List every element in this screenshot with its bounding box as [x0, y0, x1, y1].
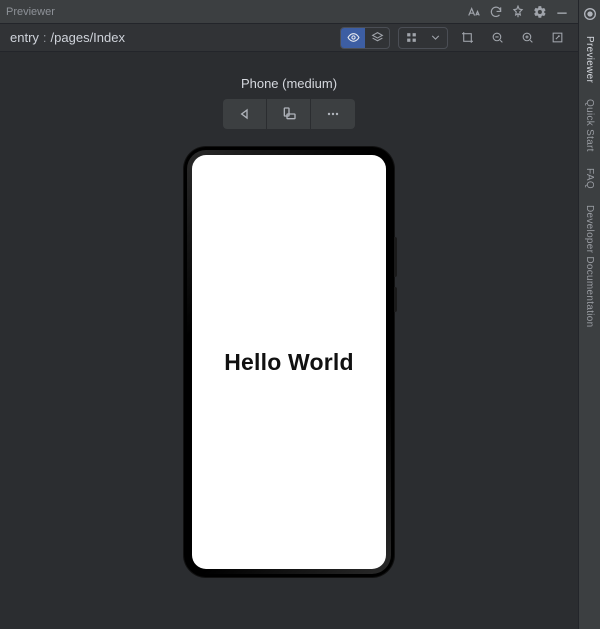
eye-icon[interactable] [341, 28, 365, 48]
panel-title: Previewer [6, 6, 55, 18]
phone-side-button [394, 237, 397, 277]
preview-area: Phone (medium) Hello World [0, 52, 578, 629]
zoom-out-icon[interactable] [486, 27, 508, 49]
side-tab-quick-start[interactable]: Quick Start [584, 99, 595, 152]
device-label: Phone (medium) [241, 76, 337, 91]
device-frame: Hello World [184, 147, 394, 577]
zoom-in-icon[interactable] [516, 27, 538, 49]
chevron-down-icon[interactable] [423, 28, 447, 48]
crop-icon[interactable] [456, 27, 478, 49]
highlight-icon[interactable] [508, 2, 528, 22]
breadcrumb-header: entry : /pages/Index [0, 24, 578, 52]
rotate-icon[interactable] [267, 99, 311, 129]
font-size-icon[interactable] [464, 2, 484, 22]
app-content-text: Hello World [224, 349, 354, 376]
expand-icon[interactable] [546, 27, 568, 49]
side-tab-dev-doc[interactable]: Developer Documentation [584, 205, 595, 328]
more-icon[interactable] [311, 99, 355, 129]
title-bar: Previewer [0, 0, 578, 24]
target-icon[interactable] [582, 6, 598, 22]
module-name: entry [10, 30, 39, 45]
settings-icon[interactable] [530, 2, 550, 22]
layers-icon[interactable] [365, 28, 389, 48]
minimize-icon[interactable] [552, 2, 572, 22]
side-tab-previewer[interactable]: Previewer [584, 36, 595, 83]
view-mode-group [340, 27, 390, 49]
layout-group [398, 27, 448, 49]
path-separator: : [43, 30, 47, 45]
right-side-panel: Previewer Quick Start FAQ Developer Docu… [578, 0, 600, 629]
page-path: /pages/Index [51, 30, 125, 45]
side-tab-faq[interactable]: FAQ [584, 168, 595, 189]
preview-toolbar [223, 99, 355, 129]
back-icon[interactable] [223, 99, 267, 129]
phone-screen[interactable]: Hello World [192, 155, 386, 569]
phone-side-button [394, 287, 397, 312]
refresh-icon[interactable] [486, 2, 506, 22]
grid-icon[interactable] [399, 28, 423, 48]
